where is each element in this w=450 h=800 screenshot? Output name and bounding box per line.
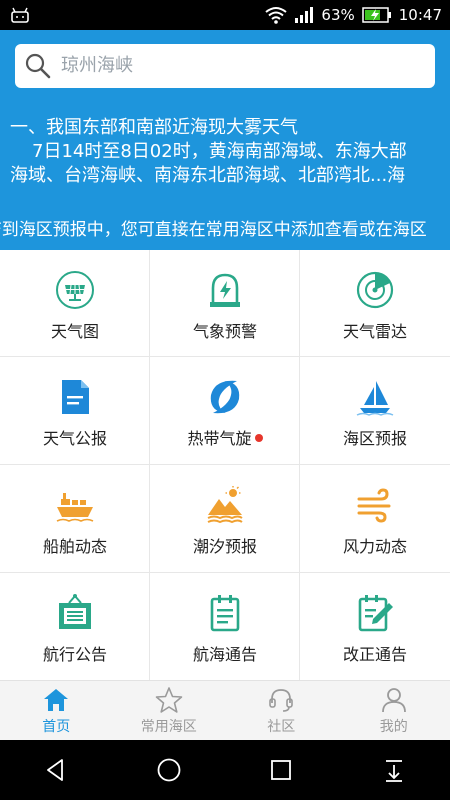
grid-item-weather-warning[interactable]: 气象预警 bbox=[150, 250, 300, 357]
grid-item-correction-notice[interactable]: 改正通告 bbox=[300, 573, 450, 680]
notice-line: 7日14时至8日02时，黄海南部海域、东海大部 bbox=[32, 141, 407, 162]
search-input[interactable]: 琼州海峡 bbox=[61, 44, 133, 88]
wifi-icon bbox=[265, 7, 288, 24]
notification-pull-button[interactable] bbox=[338, 740, 450, 800]
grid-item-label: 天气雷达 bbox=[342, 322, 407, 341]
grid-item-label: 潮汐预报 bbox=[192, 537, 257, 556]
grid-item-label-text: 热带气旋 bbox=[187, 429, 252, 448]
tab-favorite-seas[interactable]: 常用海区 bbox=[113, 681, 226, 740]
grid-item-label: 海区预报 bbox=[342, 429, 407, 448]
android-debug-icon bbox=[11, 7, 29, 23]
ship-icon bbox=[56, 493, 94, 522]
home-icon bbox=[44, 689, 69, 711]
grid-item-typhoon[interactable]: 热带气旋 bbox=[150, 357, 300, 465]
wind-icon bbox=[357, 488, 391, 523]
tab-label: 首页 bbox=[42, 719, 71, 735]
marquee-text: F到海区预报中，您可直接在常用海区中添加查看或在海区 bbox=[0, 220, 427, 240]
feature-grid: 天气图 气象预警 天气雷达 天气公报 热带气旋 海区预报 船舶动态 潮汐预报 风… bbox=[0, 250, 450, 680]
header-banner: 琼州海峡 一、我国东部和南部近海现大雾天气 7日14时至8日02时，黄海南部海域… bbox=[0, 30, 450, 250]
navigation-notice-icon bbox=[59, 594, 91, 629]
grid-item-label: 航行公告 bbox=[42, 645, 107, 664]
battery-charging-icon bbox=[362, 7, 391, 23]
grid-item-weather-map[interactable]: 天气图 bbox=[0, 250, 150, 357]
weather-notice[interactable]: 一、我国东部和南部近海现大雾天气 7日14时至8日02时，黄海南部海域、东海大部… bbox=[10, 116, 442, 188]
tab-home[interactable]: 首页 bbox=[0, 681, 113, 740]
marquee-notice[interactable]: F到海区预报中，您可直接在常用海区中添加查看或在海区 bbox=[0, 216, 450, 244]
battery-percent: 63% bbox=[321, 6, 355, 24]
tab-label: 我的 bbox=[379, 719, 408, 735]
clock: 10:47 bbox=[398, 6, 442, 24]
recents-icon bbox=[271, 760, 292, 780]
tab-label: 社区 bbox=[267, 719, 296, 735]
grid-item-navigation-notice[interactable]: 航行公告 bbox=[0, 573, 150, 680]
grid-item-label: 热带气旋 bbox=[150, 425, 300, 449]
new-badge bbox=[254, 434, 263, 442]
notice-line: 一、我国东部和南部近海现大雾天气 bbox=[10, 117, 298, 138]
home-circle-icon bbox=[157, 758, 181, 782]
grid-item-weather-radar[interactable]: 天气雷达 bbox=[300, 250, 450, 357]
bottom-tab-bar: 首页 常用海区 社区 我的 bbox=[0, 680, 450, 740]
weather-map-icon bbox=[56, 271, 94, 309]
signal-icon bbox=[295, 7, 314, 23]
grid-item-sea-forecast[interactable]: 海区预报 bbox=[300, 357, 450, 465]
tab-community[interactable]: 社区 bbox=[225, 681, 338, 740]
weather-bulletin-icon bbox=[62, 380, 89, 414]
headset-icon bbox=[269, 689, 294, 712]
grid-item-tide-forecast[interactable]: 潮汐预报 bbox=[150, 465, 300, 573]
grid-item-label: 船舶动态 bbox=[42, 537, 107, 556]
grid-item-label: 气象预警 bbox=[192, 322, 257, 341]
grid-item-label: 天气公报 bbox=[42, 429, 107, 448]
user-icon bbox=[381, 688, 406, 713]
sailboat-icon bbox=[356, 381, 394, 416]
tide-icon bbox=[207, 486, 243, 524]
grid-item-weather-bulletin[interactable]: 天气公报 bbox=[0, 357, 150, 465]
back-icon bbox=[47, 759, 64, 781]
grid-item-ship-dynamics[interactable]: 船舶动态 bbox=[0, 465, 150, 573]
recents-button[interactable] bbox=[225, 740, 338, 800]
grid-item-label: 天气图 bbox=[50, 322, 99, 341]
grid-item-label: 航海通告 bbox=[192, 645, 257, 664]
notice-line: 海域、台湾海峡、南海东北部海域、北部湾北...海 bbox=[10, 165, 406, 186]
correction-notice-icon bbox=[358, 595, 393, 632]
grid-item-wind-dynamics[interactable]: 风力动态 bbox=[300, 465, 450, 573]
back-button[interactable] bbox=[0, 740, 113, 800]
nautical-notice-icon bbox=[210, 595, 240, 632]
grid-item-label: 风力动态 bbox=[342, 537, 407, 556]
home-button[interactable] bbox=[113, 740, 226, 800]
tab-label: 常用海区 bbox=[140, 719, 197, 735]
status-bar: 63% 10:47 bbox=[0, 0, 450, 30]
weather-radar-icon bbox=[356, 271, 394, 309]
weather-warning-icon bbox=[210, 273, 240, 307]
system-nav-bar bbox=[0, 740, 450, 800]
star-icon bbox=[155, 687, 183, 713]
grid-item-nautical-notice[interactable]: 航海通告 bbox=[150, 573, 300, 680]
search-bar[interactable]: 琼州海峡 bbox=[15, 44, 435, 88]
grid-item-label: 改正通告 bbox=[342, 645, 407, 664]
pull-down-icon bbox=[385, 760, 402, 782]
tab-profile[interactable]: 我的 bbox=[338, 681, 450, 740]
typhoon-icon bbox=[210, 380, 240, 414]
search-icon bbox=[25, 53, 51, 79]
